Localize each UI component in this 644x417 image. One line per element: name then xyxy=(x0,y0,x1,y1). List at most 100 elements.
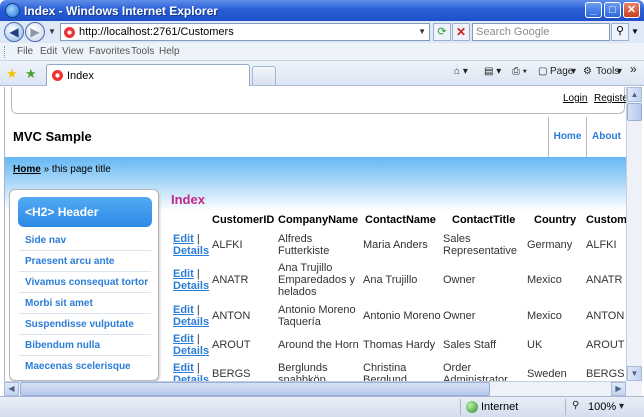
cell-customerid-line: ALFKI xyxy=(212,239,243,251)
sidebar-item-vivamus[interactable]: Vivamus consequat tortor xyxy=(19,273,151,293)
cell-country: Mexico xyxy=(527,310,562,322)
edit-link[interactable]: Edit xyxy=(173,268,194,280)
cell-contacttitle: Sales Representative xyxy=(443,233,517,257)
menu-favorites[interactable]: Favorites xyxy=(89,46,130,57)
vertical-scrollbar[interactable]: ▲ ▼ xyxy=(626,87,642,381)
menu-help[interactable]: Help xyxy=(159,46,180,57)
back-button[interactable]: ◀ xyxy=(4,22,24,42)
tools-menu[interactable]: Tools xyxy=(596,66,619,77)
search-placeholder: Search Google xyxy=(476,26,550,38)
history-dropdown-icon[interactable]: ▼ xyxy=(48,27,56,36)
nav-home[interactable]: Home xyxy=(549,117,587,157)
scroll-left-icon[interactable]: ◀ xyxy=(4,382,19,396)
close-button[interactable]: ✕ xyxy=(623,2,640,18)
address-input[interactable]: http://localhost:2761/Customers ▼ xyxy=(60,23,430,41)
new-tab-button[interactable] xyxy=(252,66,276,85)
cell-customerid-extra-line: ANTON xyxy=(586,310,625,322)
menu-view[interactable]: View xyxy=(62,46,84,57)
details-link[interactable]: Details xyxy=(173,374,209,381)
chevron-down-icon[interactable]: ▼ xyxy=(418,27,426,36)
scroll-up-icon[interactable]: ▲ xyxy=(627,87,642,102)
details-link[interactable]: Details xyxy=(173,345,209,357)
toolbar-overflow[interactable]: » xyxy=(630,62,637,76)
cell-customerid-line: AROUT xyxy=(212,339,251,351)
cell-contacttitle-line: Representative xyxy=(443,245,517,257)
cell-contactname-line: Thomas Hardy xyxy=(363,339,436,351)
sidebar-item-maecenas[interactable]: Maecenas scelerisque xyxy=(19,357,151,377)
cell-contacttitle: Owner xyxy=(443,310,475,322)
cell-customerid-line: ANTON xyxy=(212,310,251,322)
page-menu[interactable]: Page xyxy=(550,66,573,77)
details-link[interactable]: Details xyxy=(173,280,209,292)
stop-button[interactable]: ✕ xyxy=(452,23,470,41)
tab-index[interactable]: Index xyxy=(46,64,250,86)
login-link[interactable]: Login xyxy=(563,93,587,104)
cell-companyname: Ana Trujillo Emparedados y helados xyxy=(278,262,355,298)
sidebar-item-morbi[interactable]: Morbi sit amet xyxy=(19,294,151,314)
horizontal-scroll-thumb[interactable] xyxy=(20,382,490,396)
feeds-icon[interactable]: ▤ ▾ xyxy=(484,66,501,77)
nav-about[interactable]: About xyxy=(587,117,626,157)
sidebar-item-side-nav[interactable]: Side nav xyxy=(19,231,151,251)
zoom-level[interactable]: 100% xyxy=(588,401,616,413)
sidebar-item-praesent[interactable]: Praesent arcu ante xyxy=(19,252,151,272)
edit-link[interactable]: Edit xyxy=(173,362,194,374)
search-options-icon[interactable]: ▼ xyxy=(631,27,639,36)
cell-contactname: Christina Berglund xyxy=(363,362,407,381)
column-header-custom: Custom xyxy=(586,214,626,226)
add-favorites-icon[interactable]: ★ xyxy=(25,66,37,82)
column-header-contacttitle: ContactTitle xyxy=(452,214,516,226)
scroll-right-icon[interactable]: ▶ xyxy=(611,382,626,396)
row-actions: Edit | Details xyxy=(173,233,209,257)
page-dropdown-icon[interactable]: ▾ xyxy=(571,66,576,77)
edit-link[interactable]: Edit xyxy=(173,333,194,345)
tools-gear-icon: ⚙ xyxy=(583,66,592,77)
refresh-button[interactable]: ⟳ xyxy=(433,23,451,41)
cell-companyname: Antonio Moreno Taquería xyxy=(278,304,356,328)
action-separator: | xyxy=(193,233,200,245)
favorites-star-icon[interactable]: ★ xyxy=(6,66,18,82)
menu-edit[interactable]: Edit xyxy=(40,46,57,57)
details-link[interactable]: Details xyxy=(173,245,209,257)
forward-button[interactable]: ▶ xyxy=(25,22,45,42)
print-icon[interactable]: ⎙ ▾ xyxy=(512,66,527,77)
action-separator: | xyxy=(193,268,200,280)
cell-contacttitle-line: Order xyxy=(443,362,472,374)
horizontal-scrollbar[interactable]: ◀ ▶ xyxy=(4,381,626,396)
column-header-country: Country xyxy=(534,214,577,226)
toolbar-grip xyxy=(4,46,6,58)
tools-dropdown-icon[interactable]: ▾ xyxy=(617,66,622,77)
scroll-down-icon[interactable]: ▼ xyxy=(627,366,642,381)
ie-logo-icon xyxy=(5,3,20,18)
cell-customerid-extra: ANATR xyxy=(586,274,622,286)
edit-link[interactable]: Edit xyxy=(173,304,194,316)
search-button[interactable]: ⚲ xyxy=(611,23,629,41)
login-strip: Login Register xyxy=(11,87,626,114)
breadcrumb-home-link[interactable]: Home xyxy=(13,164,41,175)
cell-companyname-line: Around the Horn xyxy=(278,339,359,351)
zoom-dropdown-icon[interactable]: ▾ xyxy=(619,401,624,412)
row-actions: Edit | Details xyxy=(173,333,209,357)
sidebar-item-suspendisse[interactable]: Suspendisse vulputate xyxy=(19,315,151,335)
maximize-button[interactable]: □ xyxy=(604,2,621,18)
status-separator xyxy=(565,399,566,415)
home-icon[interactable]: ⌂ ▾ xyxy=(454,66,468,77)
details-link[interactable]: Details xyxy=(173,316,209,328)
sidebar-header: <H2> Header xyxy=(18,197,152,227)
cell-customerid-extra-line: BERGS xyxy=(586,368,625,380)
cell-companyname-line: Ana Trujillo xyxy=(278,262,333,274)
cell-companyname-line: Emparedados y xyxy=(278,274,356,286)
menu-file[interactable]: File xyxy=(17,46,33,57)
cell-companyname: Around the Horn xyxy=(278,339,359,351)
register-link[interactable]: Register xyxy=(594,93,626,104)
cell-contactname: Maria Anders xyxy=(363,239,428,251)
search-input[interactable]: Search Google xyxy=(472,23,610,41)
menu-tools[interactable]: Tools xyxy=(131,46,154,57)
minimize-button[interactable]: _ xyxy=(585,2,602,18)
tab-favicon-icon xyxy=(52,70,63,81)
vertical-scroll-thumb[interactable] xyxy=(627,103,642,121)
title-bar: Index - Windows Internet Explorer _ □ ✕ xyxy=(0,0,644,21)
edit-link[interactable]: Edit xyxy=(173,233,194,245)
top-nav: Home About xyxy=(548,117,621,157)
sidebar-item-bibendum[interactable]: Bibendum nulla xyxy=(19,336,151,356)
